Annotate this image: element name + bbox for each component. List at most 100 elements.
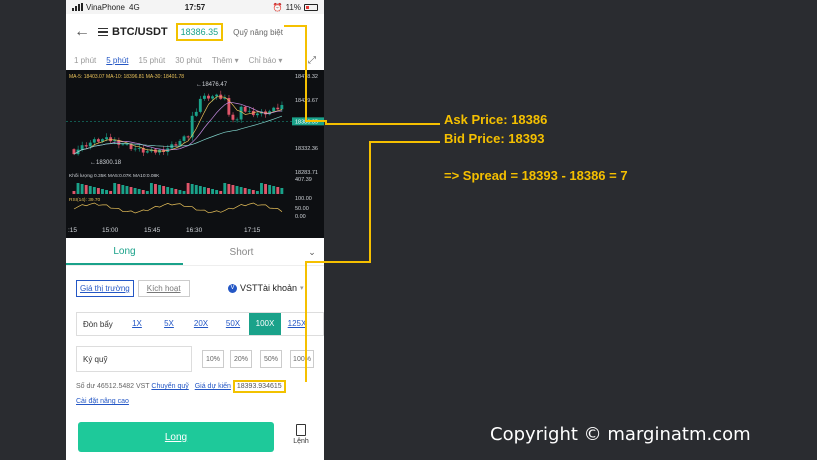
candle-body xyxy=(280,105,284,110)
battery-icon xyxy=(304,3,318,11)
volume-bar xyxy=(166,187,170,194)
volume-bar xyxy=(260,183,263,194)
orders-button[interactable]: Lệnh xyxy=(284,424,318,445)
long-button[interactable]: Long xyxy=(78,422,274,452)
menu-icon[interactable] xyxy=(98,26,108,39)
back-arrow-icon[interactable]: ← xyxy=(74,23,90,41)
candle-body xyxy=(211,96,214,99)
volume-tick: 407.39 xyxy=(295,177,312,183)
volume-legend: Khối lượng 0.35K MA5:0.07K MA10:0.08K xyxy=(69,173,160,179)
volume-bar xyxy=(109,191,113,194)
leverage-5x[interactable]: 5X xyxy=(153,313,185,335)
tf-more[interactable]: Thêm ▾ xyxy=(212,56,239,65)
ma-legend: MA-5: 18403.07 MA-10: 18396.81 MA-30: 18… xyxy=(69,74,184,80)
volume-bar xyxy=(133,188,137,194)
vst-coin-icon: V xyxy=(228,283,237,293)
candle-body xyxy=(272,107,276,112)
volume-bar xyxy=(154,184,157,194)
advanced-settings-link[interactable]: Cài đặt nâng cao xyxy=(76,398,129,405)
margin-input[interactable]: Ký quỹ xyxy=(76,346,192,372)
pct-50[interactable]: 50% xyxy=(260,350,282,368)
volume-bar xyxy=(72,191,76,194)
leverage-1x[interactable]: 1X xyxy=(121,313,153,335)
tf-1m[interactable]: 1 phút xyxy=(74,56,96,65)
tab-short[interactable]: Short xyxy=(183,240,300,265)
leverage-50x[interactable]: 50X xyxy=(217,313,249,335)
time-tick: :15 xyxy=(68,227,77,234)
volume-bar xyxy=(137,189,141,194)
low-label: ←18300.18 xyxy=(90,160,122,166)
margin-label: Ký quỹ xyxy=(83,354,108,364)
tab-long[interactable]: Long xyxy=(66,240,183,265)
candle-body xyxy=(235,119,239,121)
volume-bar xyxy=(129,187,133,194)
side-tabs: Long Short ⌄ xyxy=(66,240,324,266)
candle-body xyxy=(88,142,92,147)
leverage-125x[interactable]: 125X xyxy=(281,313,313,335)
volume-bar xyxy=(235,186,239,194)
volume-bar xyxy=(96,188,100,194)
pair-title[interactable]: BTC/USDT xyxy=(112,26,168,38)
volume-bar xyxy=(117,184,121,194)
candle-body xyxy=(276,107,280,110)
volume-bar xyxy=(280,188,284,194)
trigger-order-button[interactable]: Kích hoạt xyxy=(137,280,190,297)
volume-bar xyxy=(88,186,92,194)
account-selector[interactable]: V VSTTài khoản ▾ xyxy=(228,283,304,293)
pct-100[interactable]: 100% xyxy=(290,350,314,368)
balance-text: Số dư 46512.5482 VST xyxy=(76,383,150,390)
phone-screen: VinaPhone 4G 17:57 ⏰ 11% ← BTC/USDT 1838… xyxy=(66,0,324,460)
market-order-button[interactable]: Giá thị trường xyxy=(76,280,134,297)
leverage-label: Đòn bẩy xyxy=(83,319,113,329)
leverage-100x[interactable]: 100X xyxy=(249,313,281,335)
est-price-link[interactable]: Giá dự kiến xyxy=(195,383,231,390)
candle-body xyxy=(194,111,198,116)
price-tick: 18283.71 xyxy=(295,170,318,176)
candle-body xyxy=(109,137,113,142)
volume-bar xyxy=(174,189,178,194)
volume-bar xyxy=(215,190,219,194)
rsi-legend: RSI(14): 39.70 xyxy=(69,197,101,203)
pct-10[interactable]: 10% xyxy=(202,350,224,368)
fullscreen-icon[interactable]: ⤢ xyxy=(308,55,316,66)
volume-bar xyxy=(190,184,194,194)
bid-price-highlight: 18393.934615 xyxy=(232,380,286,393)
volume-bar xyxy=(149,183,153,194)
pct-20[interactable]: 20% xyxy=(230,350,252,368)
rsi-tick: 100.00 xyxy=(295,196,312,202)
candle-body xyxy=(178,140,182,146)
candle-body xyxy=(84,145,88,147)
leverage-row: Đòn bẩy 1X 5X 20X 50X 100X 125X xyxy=(76,312,324,336)
candle-body xyxy=(239,106,243,120)
volume-bar xyxy=(84,185,88,194)
volume-bar xyxy=(207,188,210,194)
volume-bar xyxy=(255,191,259,194)
volume-bar xyxy=(76,183,80,194)
tf-15m[interactable]: 15 phút xyxy=(139,56,166,65)
high-label: ←18476.47 xyxy=(196,82,228,88)
leverage-20x[interactable]: 20X xyxy=(185,313,217,335)
volume-bar xyxy=(186,183,190,194)
volume-bar xyxy=(227,184,231,194)
volume-bar xyxy=(219,191,223,194)
chevron-down-icon[interactable]: ⌄ xyxy=(300,240,324,265)
volume-bar xyxy=(113,183,117,194)
indicators-menu[interactable]: Chỉ báo ▾ xyxy=(249,56,283,65)
spread-note: => Spread = 18393 - 18386 = 7 xyxy=(444,168,628,183)
time-tick: 17:15 xyxy=(244,227,261,234)
candle-body xyxy=(145,151,149,153)
caret-down-icon: ▾ xyxy=(300,285,304,292)
candle-body xyxy=(186,136,190,138)
candle-body xyxy=(174,144,178,146)
orders-icon xyxy=(296,424,306,436)
fund-link[interactable]: Quỹ nâng biệt xyxy=(233,28,283,37)
candle-body xyxy=(243,106,247,112)
tf-30m[interactable]: 30 phút xyxy=(175,56,202,65)
price-chart[interactable]: MA-5: 18403.07 MA-10: 18396.81 MA-30: 18… xyxy=(66,70,324,238)
transfer-link[interactable]: Chuyển quỹ xyxy=(151,383,188,390)
tf-5m[interactable]: 5 phút xyxy=(106,56,128,65)
volume-bar xyxy=(264,184,267,194)
volume-bar xyxy=(247,189,251,194)
volume-bar xyxy=(182,191,186,194)
candle-body xyxy=(198,98,202,112)
